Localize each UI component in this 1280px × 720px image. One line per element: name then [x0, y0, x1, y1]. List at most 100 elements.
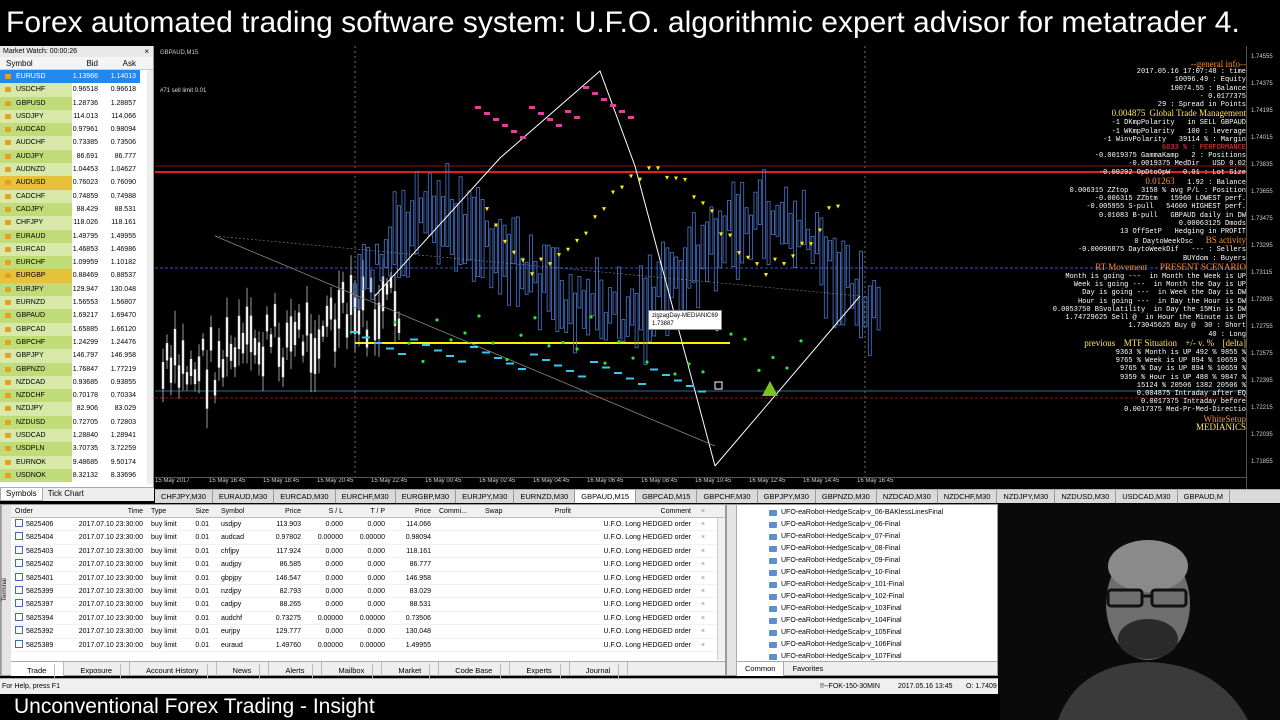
close-icon[interactable]: ×: [144, 46, 149, 57]
chart-tab[interactable]: EURGBP,M30: [396, 490, 457, 503]
tab-common[interactable]: Common: [737, 662, 785, 676]
table-row[interactable]: 5825389 2017.07.10 23:30:00 buy limit 0.01 e…: [1, 639, 725, 652]
market-watch-row[interactable]: AUDJPY 86.691 86.777: [0, 149, 153, 164]
chart-tab[interactable]: GBPCAD,M15: [636, 490, 698, 503]
column-header[interactable]: Order: [11, 505, 61, 517]
close-order-icon[interactable]: ×: [695, 531, 711, 543]
chart-tab[interactable]: GBPNZD,M30: [816, 490, 877, 503]
navigator-item[interactable]: UFO-eaRobot-HedgeScalp-v_06-Final: [767, 519, 997, 531]
market-watch-row[interactable]: GBPNZD 1.76847 1.77219: [0, 362, 153, 376]
market-watch-row[interactable]: GBPCHF 1.24299 1.24476: [0, 335, 153, 350]
market-watch-row[interactable]: GBPJPY 146.797 146.958: [0, 349, 153, 363]
market-watch-row[interactable]: EURJPY 129.947 130.048: [0, 282, 153, 297]
tab-journal[interactable]: Journal: [570, 662, 629, 678]
market-watch-row[interactable]: AUDCAD 0.97961 0.98094: [0, 123, 153, 137]
navigator-item[interactable]: UFO-eaRobot-HedgeScalp-v_08-Final: [767, 543, 997, 555]
table-row[interactable]: 5825402 2017.07.10 23:30:00 buy limit 0.01 a…: [1, 558, 725, 572]
chart-tab[interactable]: NZDCAD,M30: [877, 490, 938, 503]
table-row[interactable]: 5825404 2017.07.10 23:30:00 buy limit 0.01 a…: [1, 531, 725, 545]
tab-market[interactable]: Market33: [382, 662, 440, 690]
market-watch-row[interactable]: GBPCAD 1.65885 1.66120: [0, 322, 153, 336]
tab-code-base[interactable]: Code Base: [439, 662, 511, 678]
market-watch-row[interactable]: USDNOK 8.32132 8.33696: [0, 468, 153, 483]
column-header[interactable]: T / P: [347, 505, 389, 517]
market-watch-row[interactable]: NZDJPY 82.906 83.029: [0, 402, 153, 416]
market-watch-row[interactable]: GBPUSD 1.28736 1.28857: [0, 96, 153, 110]
market-watch-row[interactable]: EURCHF 1.09959 1.10182: [0, 256, 153, 270]
column-header[interactable]: Price: [263, 505, 305, 517]
market-watch-row[interactable]: CHFJPY 118.026 118.161: [0, 216, 153, 230]
tab-symbols[interactable]: Symbols: [0, 488, 43, 501]
market-watch-row[interactable]: CADCHF 0.74859 0.74988: [0, 189, 153, 203]
chart-tab[interactable]: EURAUD,M30: [213, 490, 275, 503]
chart-tab[interactable]: GBPCHF,M30: [697, 490, 758, 503]
close-order-icon[interactable]: ×: [695, 572, 711, 584]
status-profile[interactable]: !!--FOK-150-30MIN: [820, 679, 880, 695]
chart-tab[interactable]: EURCHF,M30: [336, 490, 396, 503]
price-scale[interactable]: 1.74555 1.74375 1.74195 1.74015 1.73835 1.736…: [1246, 46, 1280, 489]
market-watch-row[interactable]: AUDNZD 1.04453 1.04627: [0, 163, 153, 177]
market-watch-row[interactable]: CADJPY 88.429 88.531: [0, 202, 153, 217]
tab-mailbox[interactable]: Mailbox13: [322, 662, 383, 690]
market-watch-row[interactable]: USDJPY 114.013 114.066: [0, 109, 153, 124]
column-header[interactable]: Swap: [481, 505, 531, 517]
close-order-icon[interactable]: ×: [695, 518, 711, 530]
market-watch-row[interactable]: EURNOK 9.48685 9.50174: [0, 455, 153, 469]
close-order-icon[interactable]: ×: [695, 585, 711, 597]
scrollbar[interactable]: [717, 518, 725, 660]
price-chart[interactable]: GBPAUD,M15 #71 sell limit 0.01 zigzagDay…: [155, 46, 1280, 489]
navigator-item[interactable]: UFO-eaRobot-HedgeScalp-v_07-Final: [767, 531, 997, 543]
market-watch-row[interactable]: EURGBP 0.88469 0.88537: [0, 269, 153, 283]
navigator-item[interactable]: UFO-eaRobot-HedgeScalp-v_06-BAKlessLines…: [767, 507, 997, 519]
table-row[interactable]: 5825392 2017.07.10 23:30:00 buy limit 0.01 e…: [1, 625, 725, 639]
close-order-icon[interactable]: ×: [695, 639, 711, 651]
market-watch-row[interactable]: EURAUD 1.49795 1.49955: [0, 229, 153, 243]
navigator-item[interactable]: UFO-eaRobot-HedgeScalp-v_105Final: [767, 627, 997, 639]
navigator-item[interactable]: UFO-eaRobot-HedgeScalp-v_103Final: [767, 603, 997, 615]
column-header[interactable]: Price: [389, 505, 435, 517]
market-watch-row[interactable]: EURUSD 1.13966 1.14013: [0, 70, 153, 84]
table-row[interactable]: 5825399 2017.07.10 23:30:00 buy limit 0.01 n…: [1, 585, 725, 599]
tab-account-history[interactable]: Account History: [130, 662, 217, 678]
market-watch-row[interactable]: AUDCHF 0.73385 0.73506: [0, 136, 153, 150]
column-header[interactable]: S / L: [305, 505, 347, 517]
close-order-icon[interactable]: ×: [695, 558, 711, 570]
tab-experts[interactable]: Experts: [510, 662, 570, 678]
column-header[interactable]: Type: [147, 505, 189, 517]
column-header[interactable]: Comment: [575, 505, 695, 517]
market-watch-row[interactable]: EURNZD 1.56553 1.56807: [0, 296, 153, 310]
market-watch-row[interactable]: NZDCAD 0.93685 0.93855: [0, 375, 153, 390]
column-header[interactable]: Profit: [531, 505, 575, 517]
close-order-icon[interactable]: ×: [695, 545, 711, 557]
market-watch-row[interactable]: AUDUSD 0.76023 0.76090: [0, 176, 153, 190]
chart-tab[interactable]: NZDUSD,M30: [1055, 490, 1117, 503]
chart-tab[interactable]: GBPJPY,M30: [758, 490, 816, 503]
close-order-icon[interactable]: ×: [695, 625, 711, 637]
market-watch-row[interactable]: GBPAUD 1.69217 1.69470: [0, 309, 153, 323]
column-header-ask[interactable]: Ask: [100, 57, 140, 69]
tab-news[interactable]: News: [217, 662, 270, 678]
column-header[interactable]: Time: [61, 505, 147, 517]
close-order-icon[interactable]: ×: [695, 612, 711, 624]
tab-trade[interactable]: Trade: [11, 662, 65, 678]
chart-tab[interactable]: GBPAUD,M: [1178, 490, 1231, 503]
market-watch-row[interactable]: USDPLN 3.70735 3.72259: [0, 442, 153, 456]
table-row[interactable]: 5825394 2017.07.10 23:30:00 buy limit 0.01 a…: [1, 612, 725, 626]
market-watch-row[interactable]: USDCHF 0.96518 0.96618: [0, 83, 153, 97]
close-order-icon[interactable]: ×: [695, 598, 711, 610]
table-row[interactable]: 5825406 2017.07.10 23:30:00 buy limit 0.01 u…: [1, 518, 725, 532]
chart-tab[interactable]: EURNZD,M30: [514, 490, 576, 503]
table-row[interactable]: 5825401 2017.07.10 23:30:00 buy limit 0.01 g…: [1, 572, 725, 585]
column-header[interactable]: Symbol: [213, 505, 263, 517]
column-header[interactable]: Size: [189, 505, 213, 517]
chart-tab[interactable]: USDCAD,M30: [1116, 490, 1178, 503]
tab-tick-chart[interactable]: Tick Chart: [43, 488, 89, 501]
chart-tab[interactable]: EURCAD,M30: [274, 490, 336, 503]
time-scale[interactable]: 15 May 2017 15 May 16:45 15 May 18:45 15 Ma…: [155, 477, 1246, 489]
market-watch-row[interactable]: NZDUSD 0.72705 0.72803: [0, 415, 153, 430]
chart-tab[interactable]: GBPAUD,M15: [575, 490, 637, 503]
chart-tab[interactable]: NZDCHF,M30: [938, 490, 998, 503]
navigator-item[interactable]: UFO-eaRobot-HedgeScalp-v_10-Final: [767, 567, 997, 579]
market-watch-row[interactable]: EURCAD 1.46853 1.46986: [0, 242, 153, 257]
column-header[interactable]: Commi...: [435, 505, 481, 517]
